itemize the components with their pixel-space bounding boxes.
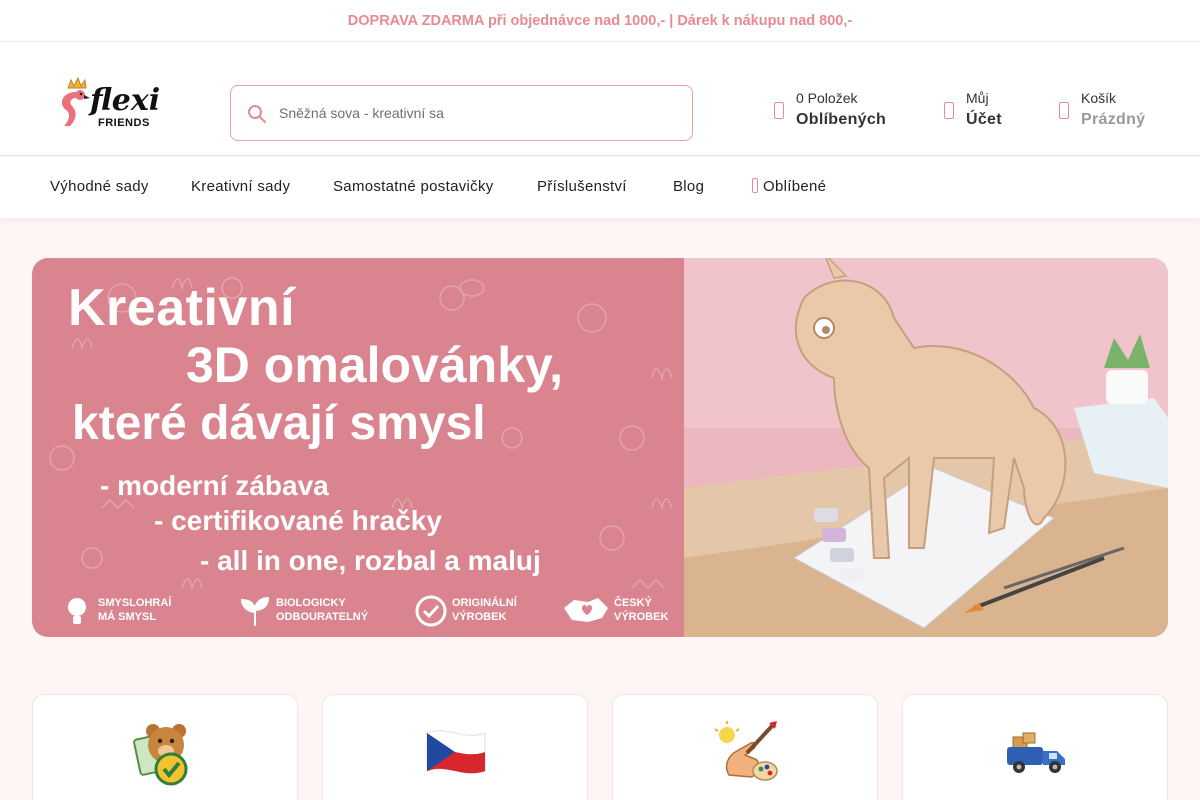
favorites-label: Oblíbených: [796, 111, 887, 128]
header: flexi FRIENDS 0 Položek Oblíbených Můj Ú…: [0, 42, 1200, 156]
unicorn-figure-photo: [684, 258, 1168, 637]
nav-item-blog[interactable]: Blog: [673, 178, 704, 195]
cart-line1: Košík: [1081, 90, 1117, 106]
announcement-bar: DOPRAVA ZDARMA při objednávce nad 1000,-…: [0, 0, 1200, 42]
badge-line1: SMYSLOHRAÍ: [98, 597, 172, 609]
nav-item-prislusenstvi[interactable]: Příslušenství: [537, 178, 627, 195]
badge-line2: ODBOURATELNÝ: [276, 611, 369, 623]
search-icon[interactable]: [247, 104, 267, 124]
cart-icon: [1059, 102, 1069, 119]
cart-status: Prázdný: [1081, 111, 1146, 128]
svg-text:flexi: flexi: [88, 83, 160, 118]
check-badge-icon: [415, 595, 447, 627]
feature-card-certified[interactable]: [32, 694, 298, 800]
favorites-link[interactable]: 0 Položek Oblíbených: [774, 90, 904, 130]
search-input[interactable]: [279, 98, 679, 128]
feature-card-creative[interactable]: [612, 694, 878, 800]
feature-card-delivery[interactable]: [902, 694, 1168, 800]
hero-title-line1: Kreativní: [68, 279, 296, 337]
hero-bullet-3: - all in one, rozbal a maluj: [200, 545, 541, 576]
hero-banner[interactable]: Kreativní 3D omalovánky, které dávají sm…: [32, 258, 1168, 637]
hero-title-line2: 3D omalovánky,: [186, 337, 564, 393]
badge-line1: ČESKÝ: [614, 597, 652, 609]
badge-line2: MÁ SMYSL: [98, 611, 157, 623]
nav-item-kreativni-sady[interactable]: Kreativní sady: [191, 178, 290, 195]
user-icon: [944, 102, 954, 119]
czech-flag-icon: [426, 730, 486, 774]
czech-map-icon: [564, 598, 608, 622]
heart-icon: [752, 178, 758, 193]
feature-card-czech[interactable]: [322, 694, 588, 800]
creative-hand-icon: [714, 721, 778, 781]
nav-item-samostatne-postavicky[interactable]: Samostatné postavičky: [333, 178, 494, 195]
nav-item-oblibene[interactable]: Oblíbené: [752, 178, 826, 195]
favorites-count: 0 Položek: [796, 90, 858, 106]
announcement-text: DOPRAVA ZDARMA při objednávce nad 1000,-…: [347, 12, 853, 29]
badge-line2: VÝROBEK: [452, 611, 507, 623]
delivery-truck-icon: [1007, 732, 1065, 773]
svg-text:FRIENDS: FRIENDS: [98, 117, 150, 129]
teddy-certified-icon: [133, 724, 188, 786]
hero-bullet-2: - certifikované hračky: [154, 505, 442, 536]
nav-item-oblibene-label: Oblíbené: [763, 178, 827, 195]
sprout-icon: [240, 596, 270, 626]
badge-line1: ORIGINÁLNÍ: [452, 597, 517, 609]
badge-line2: VÝROBEK: [614, 611, 669, 623]
cart-link[interactable]: Košík Prázdný: [1059, 90, 1159, 130]
heart-icon: [774, 102, 784, 119]
hero-title-line3: které dávají smysl: [72, 397, 486, 450]
account-link[interactable]: Můj Účet: [944, 90, 1024, 130]
flexi-friends-logo[interactable]: flexi FRIENDS: [54, 74, 174, 130]
main-nav: Výhodné sady Kreativní sady Samostatné p…: [0, 156, 1200, 218]
nav-item-vyhodne-sady[interactable]: Výhodné sady: [50, 178, 149, 195]
account-line1: Můj: [966, 90, 989, 106]
account-line2: Účet: [966, 111, 1002, 128]
search-bar: [230, 85, 693, 141]
lightbulb-icon: [68, 598, 86, 624]
badge-line1: BIOLOGICKY: [276, 597, 346, 609]
hero-bullet-1: - moderní zábava: [100, 470, 329, 501]
